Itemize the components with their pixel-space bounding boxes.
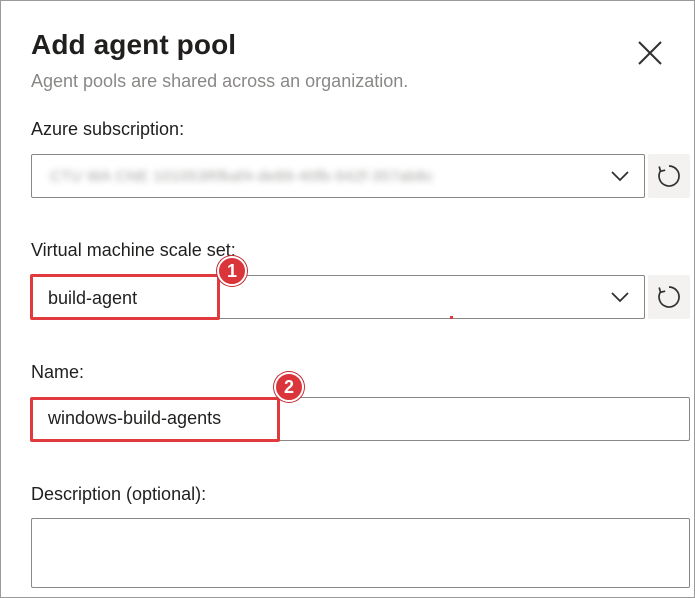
azure-subscription-value: CTU WA CNE 101053Rfkaf4-de89-40fb-942f-3… bbox=[50, 168, 434, 185]
azure-subscription-select[interactable]: CTU WA CNE 101053Rfkaf4-de89-40fb-942f-3… bbox=[31, 154, 645, 198]
chevron-down-icon bbox=[611, 171, 629, 182]
dialog-subtitle: Agent pools are shared across an organiz… bbox=[31, 71, 409, 91]
close-icon bbox=[638, 41, 662, 65]
vm-scale-set-label: Virtual machine scale set: bbox=[31, 240, 236, 260]
refresh-icon bbox=[658, 286, 680, 308]
highlight-box-vm-scale-set bbox=[30, 274, 220, 320]
refresh-vm-scale-set-button[interactable] bbox=[648, 275, 690, 319]
refresh-icon bbox=[658, 165, 680, 187]
stray-mark bbox=[450, 316, 453, 319]
annotation-marker-2: 2 bbox=[274, 372, 304, 402]
description-textarea[interactable] bbox=[31, 518, 690, 588]
highlight-box-name bbox=[30, 397, 280, 442]
annotation-marker-1: 1 bbox=[217, 256, 247, 286]
description-label: Description (optional): bbox=[31, 484, 207, 504]
add-agent-pool-panel: Add agent pool Agent pools are shared ac… bbox=[0, 0, 695, 598]
dialog-title: Add agent pool bbox=[31, 29, 237, 60]
refresh-subscription-button[interactable] bbox=[648, 154, 690, 198]
name-label: Name: bbox=[31, 362, 85, 382]
azure-subscription-label: Azure subscription: bbox=[31, 119, 185, 139]
chevron-down-icon bbox=[611, 292, 629, 303]
close-button[interactable] bbox=[631, 34, 669, 72]
